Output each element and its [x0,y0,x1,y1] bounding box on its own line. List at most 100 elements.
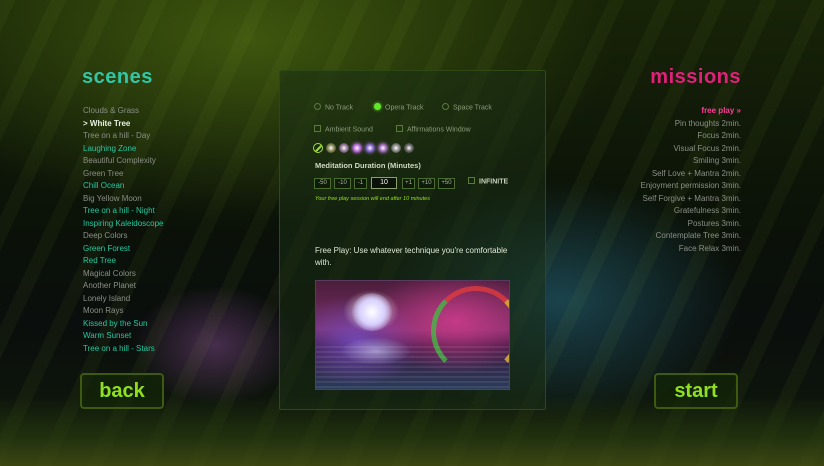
mission-duration: 3min. [721,193,741,203]
mission-item[interactable]: Visual Focus 2min. [541,143,741,156]
sound-7-icon[interactable] [404,143,414,153]
mission-item[interactable]: Gratefulness 3min. [541,205,741,218]
mission-duration: 2min. [721,168,741,178]
back-button[interactable]: back [80,373,164,409]
sound-6-icon[interactable] [391,143,401,153]
duration-minus-50-button[interactable]: -50 [314,178,331,189]
scene-item[interactable]: Deep Colors [83,230,263,243]
scenes-list: Clouds & Grass > White Tree Tree on a hill… [83,105,263,355]
radio-button[interactable] [314,103,321,110]
sound-4-icon[interactable] [365,143,375,153]
radio-button[interactable] [442,103,449,110]
duration-plus-1-button[interactable]: +1 [402,178,415,189]
mission-label: Self Forgive + Mantra [642,193,720,203]
mission-duration: 3min. [721,231,741,240]
mission-duration: 3min. [721,243,741,253]
mission-item[interactable]: free play » [541,105,741,118]
mission-item[interactable]: Pin thoughts 2min. [541,118,741,131]
mission-duration: » [736,106,741,115]
mission-duration: 3min. [721,218,741,228]
duration-plus-10-button[interactable]: +10 [418,178,435,189]
none-icon[interactable] [313,143,323,153]
mission-item[interactable]: Enjoyment permission 3min. [541,180,742,193]
scene-item[interactable]: Magical Colors [83,268,263,281]
track-label: No Track [325,104,354,112]
mission-duration: 3min. [721,181,741,190]
mission-description: Free Play: Use whatever technique you're… [315,246,508,267]
scene-item[interactable]: > White Tree [83,118,263,131]
mission-label: Pin thoughts [674,118,720,128]
scene-item[interactable]: Inspiring Kaleidoscope [83,218,263,231]
mission-item[interactable]: Focus 2min. [541,130,741,143]
sound-2-icon[interactable] [339,143,349,153]
duration-minus-1-button[interactable]: -1 [354,178,367,189]
mission-item[interactable]: Self Forgive + Mantra 3min. [541,193,742,206]
track-option-none[interactable]: No Track [314,103,354,112]
ambient-sound-label: Ambient Sound [325,126,373,134]
scene-item[interactable]: Warm Sunset [83,330,263,343]
scene-item[interactable]: Green Tree [83,168,263,181]
scene-item[interactable]: Lonely Island [83,293,263,306]
mission-duration: 2min. [721,118,741,128]
infinite-option[interactable]: INFINITE [468,177,509,186]
scene-item[interactable]: Red Tree [83,255,263,268]
sound-1-icon[interactable] [326,143,336,153]
infinite-label: INFINITE [479,178,509,186]
mission-item[interactable]: Face Relax 3min. [541,243,741,256]
mission-label: Focus [697,131,720,140]
start-button[interactable]: start [654,373,738,409]
sound-5-icon[interactable] [378,143,388,153]
track-label: Space Track [453,104,492,112]
mission-label: free play [701,106,735,115]
mission-item[interactable]: Smiling 3min. [541,155,741,168]
track-label: Opera Track [385,104,424,112]
ambient-sound-checkbox[interactable] [314,125,321,132]
scene-preview-image [315,280,510,390]
duration-plus-50-button[interactable]: +50 [438,178,455,189]
mission-item[interactable]: Self Love + Mantra 2min. [541,168,741,181]
session-note: Your free play session will end after 10… [315,196,430,202]
scene-item[interactable]: Moon Rays [83,305,263,318]
radio-button[interactable] [374,103,381,110]
missions-title: missions [650,66,741,88]
scene-item[interactable]: Kissed by the Sun [83,318,263,331]
mission-label: Self Love + Mantra [651,168,720,178]
mission-label: Postures [687,218,720,228]
scene-item[interactable]: Chill Ocean [83,180,263,193]
duration-minus-10-button[interactable]: -10 [334,178,351,189]
track-option-opera[interactable]: Opera Track [374,103,424,112]
mission-item[interactable]: Postures 3min. [541,218,741,231]
affirmations-checkbox[interactable] [396,125,403,132]
scene-item[interactable]: Laughing Zone [83,143,263,156]
track-option-space[interactable]: Space Track [442,103,492,112]
scene-item[interactable]: Tree on a hill - Day [83,130,263,143]
scene-item[interactable]: Green Forest [83,243,263,256]
scene-item[interactable]: Clouds & Grass [83,105,263,118]
scene-item[interactable]: Another Planet [83,280,263,293]
mission-item[interactable]: Contemplate Tree 3min. [541,230,741,243]
scene-item[interactable]: Tree on a hill - Night [83,205,263,218]
duration-input[interactable]: 10 [371,177,397,189]
sound-3-icon[interactable] [352,143,362,153]
duration-label: Meditation Duration (Minutes) [315,161,421,170]
scenes-title: scenes [82,66,153,88]
mission-label: Smiling [692,156,720,165]
mission-label: Enjoyment permission [640,181,720,190]
mission-duration: 2min. [721,143,741,153]
mission-label: Gratefulness [673,206,720,215]
infinite-checkbox[interactable] [468,177,475,184]
mission-duration: 2min. [721,131,741,140]
mission-duration: 3min. [721,206,741,215]
white-tree [352,293,392,331]
scene-item[interactable]: Tree on a hill - Stars [83,343,263,356]
affirmations-option[interactable]: Affirmations Window [396,125,471,134]
affirmations-label: Affirmations Window [407,126,471,134]
scene-item[interactable]: Beautiful Complexity [83,155,263,168]
ambient-sound-option[interactable]: Ambient Sound [314,125,373,134]
mission-label: Visual Focus [673,143,720,153]
scene-item[interactable]: Big Yellow Moon [83,193,263,206]
missions-list: free play » Pin thoughts 2min. Focus 2min.… [541,105,742,256]
mission-label: Contemplate Tree [655,231,720,240]
mission-duration: 3min. [721,156,741,165]
settings-panel: No Track Opera Track Space Track Ambient… [279,70,546,410]
